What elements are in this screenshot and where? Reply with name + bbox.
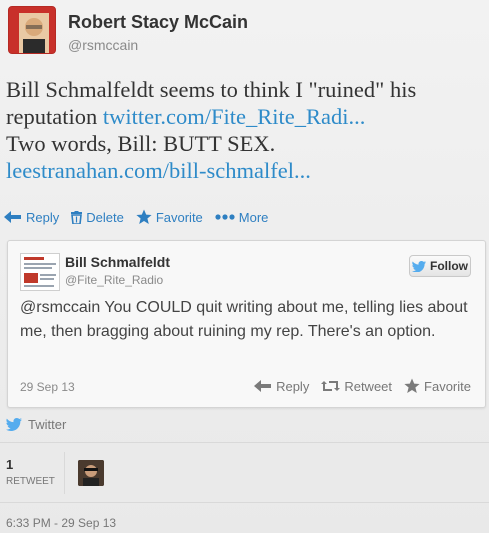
twitter-bird-icon (412, 260, 426, 272)
follow-label: Follow (430, 259, 468, 273)
tweet-link-twitter[interactable]: twitter.com/Fite_Rite_Radi... (103, 104, 365, 129)
quoted-reply-label: Reply (276, 378, 310, 394)
quoted-tweet-text: @rsmccain You COULD quit writing about m… (20, 299, 468, 340)
reply-label: Reply (26, 209, 60, 225)
quoted-reply-button[interactable]: Reply (254, 379, 309, 394)
tweet-text-line: leestranahan.com/bill-schmalfel... (6, 157, 486, 184)
follow-button[interactable]: Follow (409, 255, 471, 277)
trash-icon (71, 210, 83, 224)
more-icon (215, 214, 235, 220)
more-button[interactable]: More (215, 209, 269, 225)
tweet-text-segment: reputation (6, 104, 103, 129)
retweet-count[interactable]: 1 (6, 457, 13, 472)
quoted-tweet-date[interactable]: 29 Sep 13 (20, 380, 75, 394)
star-icon (404, 378, 420, 393)
tweet-text-segment: Bill Schmalfeldt seems to think I "ruine… (6, 77, 417, 102)
quoted-author-name[interactable]: Bill Schmalfeldt (65, 254, 170, 270)
tweet-text: Bill Schmalfeldt seems to think I "ruine… (6, 76, 486, 184)
reply-icon (4, 211, 21, 223)
tweet-text-segment: Two words, Bill: BUTT SEX. (6, 131, 276, 156)
more-label: More (238, 209, 269, 225)
author-avatar[interactable] (8, 6, 56, 54)
via-label[interactable]: Twitter (28, 417, 66, 432)
tweet-link-leestranahan[interactable]: leestranahan.com/bill-schmalfel... (6, 158, 311, 183)
quoted-favorite-button[interactable]: Favorite (404, 378, 471, 394)
tweet-actions: Reply Delete Favorite More (4, 207, 280, 227)
divider (0, 502, 489, 503)
stats-separator (64, 452, 65, 494)
quoted-favorite-label: Favorite (424, 378, 471, 394)
author-display-name[interactable]: Robert Stacy McCain (68, 12, 248, 33)
star-icon (136, 209, 152, 224)
tweet-text-line: reputation twitter.com/Fite_Rite_Radi... (6, 103, 486, 130)
tweet-timestamp[interactable]: 6:33 PM - 29 Sep 13 (6, 516, 116, 530)
favorite-button[interactable]: Favorite (136, 209, 203, 225)
favorite-label: Favorite (155, 209, 203, 225)
delete-label: Delete (86, 209, 124, 225)
via-twitter: Twitter (6, 417, 66, 432)
tweet-page: Robert Stacy McCain @rsmccain Bill Schma… (0, 0, 489, 533)
quoted-retweet-label: Retweet (344, 378, 393, 394)
quoted-tweet-actions: Reply Retweet Favorite (242, 378, 471, 394)
tweet-text-line: Two words, Bill: BUTT SEX. (6, 130, 486, 157)
retweet-icon (321, 381, 341, 391)
retweeter-avatar[interactable] (78, 460, 104, 486)
tweet-text-line: Bill Schmalfeldt seems to think I "ruine… (6, 76, 486, 103)
delete-button[interactable]: Delete (71, 210, 124, 225)
quoted-tweet-card[interactable]: Bill Schmalfeldt @Fite_Rite_Radio Follow… (7, 240, 486, 408)
reply-icon (254, 380, 272, 392)
author-handle[interactable]: @rsmccain (68, 37, 138, 53)
quoted-author-handle[interactable]: @Fite_Rite_Radio (65, 273, 163, 287)
twitter-bird-icon (6, 418, 22, 431)
quoted-author-avatar[interactable] (20, 253, 60, 291)
quoted-retweet-button[interactable]: Retweet (321, 379, 392, 394)
retweet-count-label: RETWEET (6, 476, 55, 487)
divider (0, 442, 489, 443)
reply-button[interactable]: Reply (4, 210, 59, 225)
